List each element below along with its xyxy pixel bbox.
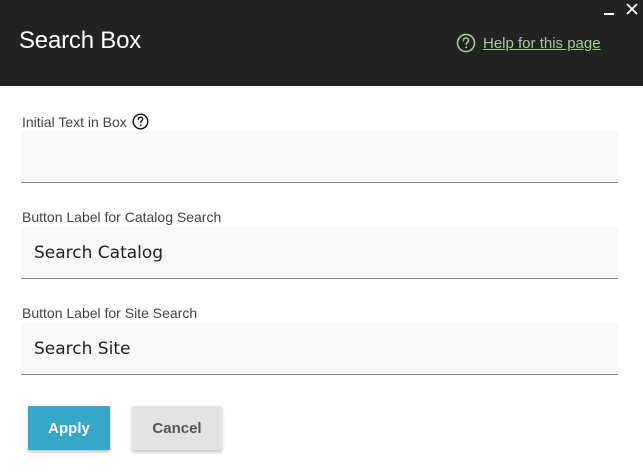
initial-text-input[interactable] xyxy=(21,131,618,183)
dialog-header: Search Box Help for this page xyxy=(0,0,643,86)
help-link-text[interactable]: Help for this page xyxy=(483,35,601,52)
cancel-button[interactable]: Cancel xyxy=(132,406,222,450)
initial-text-label: Initial Text in Box xyxy=(22,113,149,130)
catalog-search-input[interactable] xyxy=(21,227,618,279)
minimize-icon[interactable] xyxy=(603,4,615,16)
site-search-input[interactable] xyxy=(21,323,618,375)
site-search-label: Button Label for Site Search xyxy=(22,305,197,321)
apply-button[interactable]: Apply xyxy=(28,406,110,450)
help-link[interactable]: Help for this page xyxy=(456,33,601,53)
site-search-label-text: Button Label for Site Search xyxy=(22,305,198,321)
initial-text-label-text: Initial Text in Box xyxy=(22,113,127,130)
catalog-search-label: Button Label for Catalog Search xyxy=(22,209,221,225)
question-circle-icon[interactable] xyxy=(132,113,149,130)
catalog-search-label-text: Button Label for Catalog Search xyxy=(22,209,222,225)
dialog-title: Search Box xyxy=(19,27,142,54)
close-icon[interactable] xyxy=(625,2,639,16)
help-circle-icon xyxy=(456,33,476,53)
